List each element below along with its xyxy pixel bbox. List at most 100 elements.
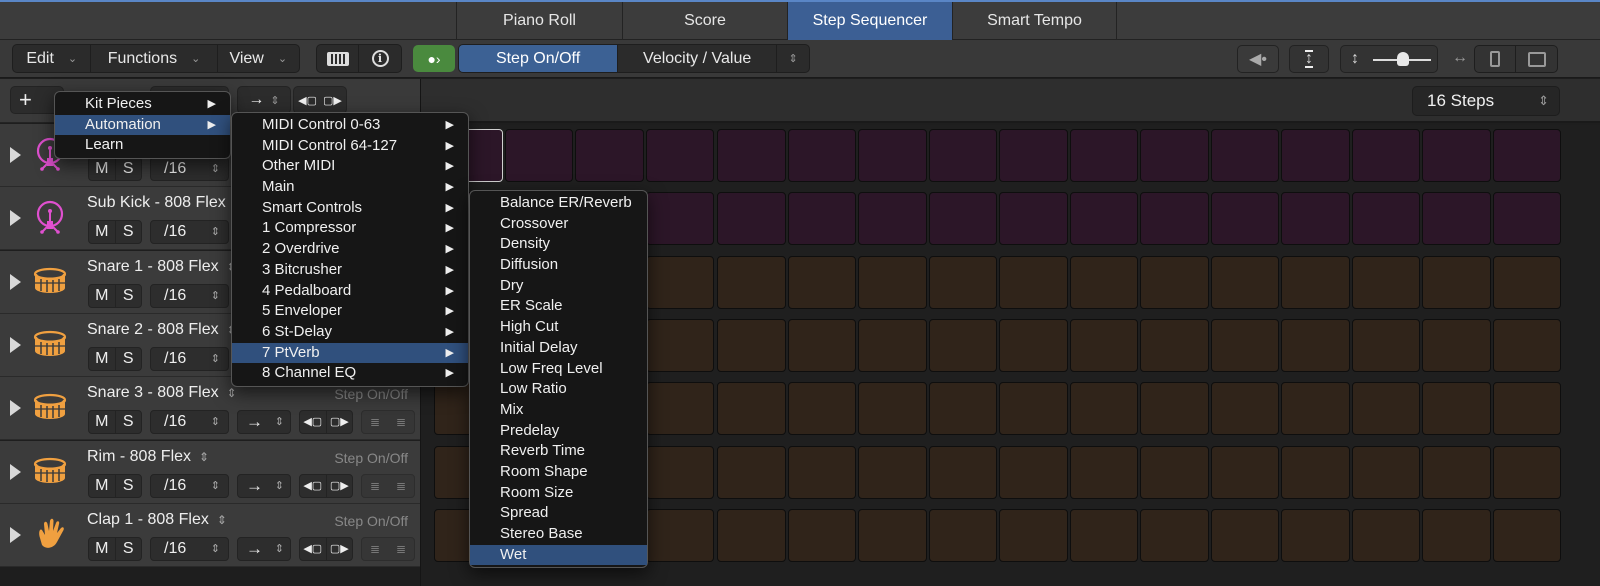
- menu-item[interactable]: 2 Overdrive ▶: [232, 239, 468, 260]
- mute-button[interactable]: M: [89, 284, 116, 307]
- step-pad[interactable]: [1281, 318, 1350, 372]
- tab-score[interactable]: Score: [622, 2, 787, 40]
- step-pad[interactable]: [787, 255, 857, 309]
- menu-item[interactable]: 6 St-Delay ▶: [232, 322, 468, 343]
- menu-item[interactable]: Spread: [470, 503, 647, 524]
- step-pad[interactable]: [1069, 382, 1139, 436]
- step-pad[interactable]: [928, 129, 998, 182]
- step-pad[interactable]: [717, 382, 786, 436]
- step-pad[interactable]: [1140, 445, 1209, 499]
- row-name[interactable]: Snare 1 - 808 Flex⇕: [87, 258, 237, 276]
- pattern-length-select[interactable]: 16 Steps ⇕: [1412, 86, 1560, 116]
- step-pad[interactable]: [999, 192, 1068, 246]
- menu-item[interactable]: 1 Compressor ▶: [232, 218, 468, 239]
- global-shift-buttons[interactable]: ◀▢ ▢▶: [293, 86, 347, 114]
- row-rate-select[interactable]: /16 ⇕: [150, 410, 229, 435]
- step-pad[interactable]: [928, 255, 998, 309]
- menu-item[interactable]: 3 Bitcrusher ▶: [232, 260, 468, 281]
- row-height-slider[interactable]: ↕: [1340, 45, 1438, 73]
- step-pad[interactable]: [1069, 192, 1139, 246]
- step-pad[interactable]: [1492, 508, 1562, 562]
- solo-button[interactable]: S: [116, 348, 142, 370]
- row-direction-select[interactable]: →⇕: [237, 410, 291, 435]
- menu-item[interactable]: Automation ▶: [55, 114, 230, 136]
- step-pad[interactable]: [1492, 382, 1562, 436]
- menu-item[interactable]: Dry: [470, 276, 647, 297]
- mute-button[interactable]: M: [89, 474, 116, 497]
- step-pad[interactable]: [858, 508, 927, 562]
- menu-item[interactable]: Predelay: [470, 421, 647, 442]
- step-pad[interactable]: [645, 445, 715, 499]
- row-name[interactable]: Rim - 808 Flex ⇕: [87, 448, 209, 466]
- solo-button[interactable]: S: [116, 158, 142, 180]
- row-name[interactable]: Snare 2 - 808 Flex⇕: [87, 321, 237, 339]
- step-pad[interactable]: [1422, 192, 1491, 246]
- menu-item[interactable]: Balance ER/Reverb: [470, 193, 647, 214]
- menu-item[interactable]: Initial Delay: [470, 338, 647, 359]
- step-pad[interactable]: [645, 382, 715, 436]
- menu-item[interactable]: Room Shape: [470, 462, 647, 483]
- step-pad[interactable]: [717, 255, 786, 309]
- menu-item[interactable]: Smart Controls ▶: [232, 198, 468, 219]
- step-pad[interactable]: [1351, 318, 1421, 372]
- step-pad[interactable]: [1351, 255, 1421, 309]
- step-on-off-mode-button[interactable]: Step On/Off: [459, 45, 619, 72]
- menu-item[interactable]: 8 Channel EQ ▶: [232, 363, 468, 384]
- step-pad[interactable]: [928, 508, 998, 562]
- step-pad[interactable]: [928, 192, 998, 246]
- menu-item[interactable]: Kit Pieces ▶: [55, 94, 230, 115]
- mute-button[interactable]: M: [89, 411, 116, 434]
- menu-item[interactable]: Stereo Base: [470, 524, 647, 545]
- step-pad[interactable]: [1210, 255, 1280, 309]
- menu-item[interactable]: ER Scale: [470, 296, 647, 317]
- step-pad[interactable]: [575, 129, 644, 182]
- step-pad[interactable]: [1492, 255, 1562, 309]
- step-pad[interactable]: [787, 129, 857, 182]
- track-row[interactable]: Clap 1 - 808 Flex ⇕ Step On/Off M S /16 ⇕ …: [0, 503, 420, 567]
- step-pad[interactable]: [1351, 382, 1421, 436]
- solo-button[interactable]: S: [116, 285, 142, 307]
- increase-icon[interactable]: ≣: [388, 475, 414, 497]
- shift-left-button[interactable]: ◀▢: [300, 411, 327, 434]
- track-row[interactable]: Rim - 808 Flex ⇕ Step On/Off M S /16 ⇕ → ⇕ …: [0, 440, 420, 504]
- step-pad[interactable]: [1351, 129, 1421, 182]
- disclosure-triangle-icon[interactable]: [10, 273, 21, 290]
- step-pad[interactable]: [1492, 318, 1562, 372]
- local-inspector-button[interactable]: [317, 45, 360, 72]
- slider-thumb[interactable]: [1397, 52, 1409, 66]
- row-name[interactable]: Clap 1 - 808 Flex ⇕: [87, 511, 227, 529]
- step-pad[interactable]: [1281, 508, 1350, 562]
- step-pad[interactable]: [1422, 255, 1491, 309]
- mute-button[interactable]: M: [89, 537, 116, 560]
- menu-item[interactable]: Main ▶: [232, 177, 468, 198]
- menu-item[interactable]: Density: [470, 234, 647, 255]
- decrease-icon[interactable]: ≣: [362, 538, 388, 560]
- shift-right-button[interactable]: ▢▶: [327, 538, 353, 560]
- step-pad[interactable]: [717, 508, 786, 562]
- step-pad[interactable]: [1422, 445, 1491, 499]
- step-pad[interactable]: [504, 129, 574, 182]
- menu-item[interactable]: 5 Enveloper ▶: [232, 301, 468, 322]
- tab-step-sequencer[interactable]: Step Sequencer: [787, 2, 952, 40]
- view-menu-button[interactable]: View ⌄: [218, 45, 299, 72]
- preview-sound-button[interactable]: ◀•: [1237, 45, 1279, 73]
- disclosure-triangle-icon[interactable]: [10, 210, 21, 227]
- step-pad[interactable]: [1281, 382, 1350, 436]
- step-pad[interactable]: [1422, 318, 1491, 372]
- step-pad[interactable]: [645, 129, 715, 182]
- step-pad[interactable]: [999, 129, 1068, 182]
- mute-button[interactable]: M: [89, 347, 116, 370]
- menu-item[interactable]: 4 Pedalboard ▶: [232, 281, 468, 302]
- step-pad[interactable]: [858, 192, 927, 246]
- disclosure-triangle-icon[interactable]: [10, 526, 21, 543]
- step-pad[interactable]: [1069, 318, 1139, 372]
- menu-item[interactable]: Crossover: [470, 214, 647, 235]
- step-pad[interactable]: [1140, 318, 1209, 372]
- solo-button[interactable]: S: [116, 538, 142, 560]
- step-pad[interactable]: [1210, 382, 1280, 436]
- menu-item[interactable]: Other MIDI ▶: [232, 156, 468, 177]
- step-pad[interactable]: [858, 318, 927, 372]
- info-button[interactable]: i: [359, 45, 401, 72]
- step-pad[interactable]: [1492, 445, 1562, 499]
- fit-height-button[interactable]: ↕: [1289, 45, 1329, 73]
